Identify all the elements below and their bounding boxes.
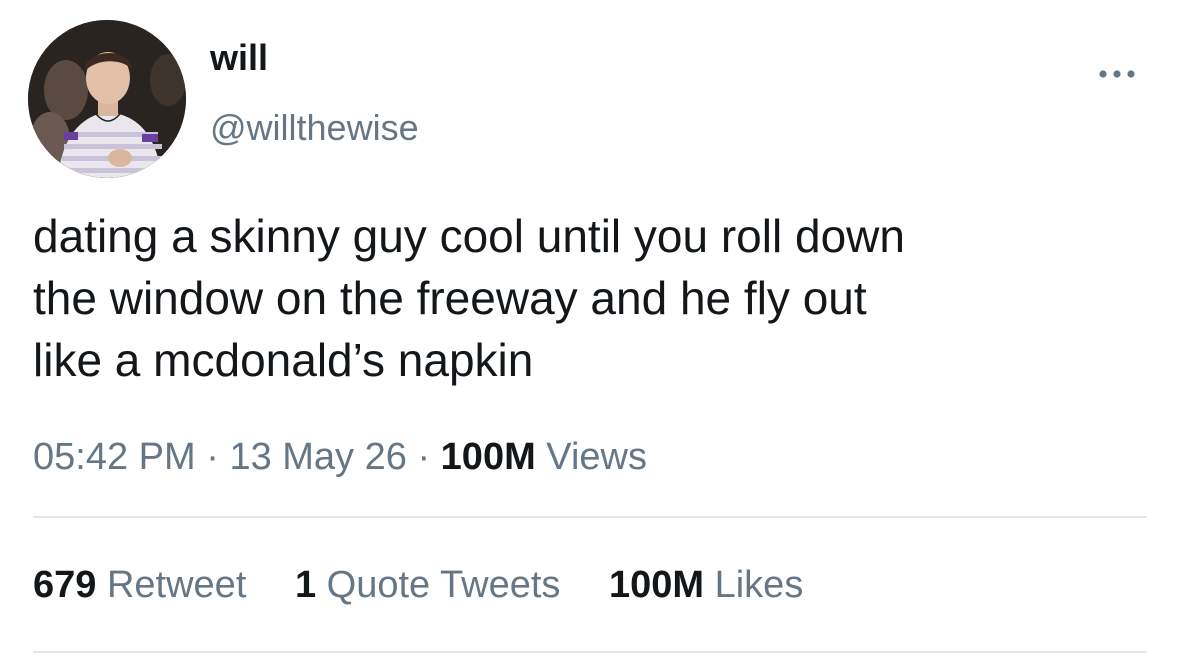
retweets-count: 679 — [33, 564, 97, 606]
more-horizontal-icon — [1099, 70, 1135, 78]
views-label: Views — [546, 436, 647, 478]
likes-stat[interactable]: 100M Likes — [609, 562, 803, 608]
divider — [33, 516, 1147, 518]
retweets-stat[interactable]: 679 Retweet — [33, 562, 246, 608]
tweet-text-line: the window on the freeway and he fly out — [33, 272, 867, 324]
meta-separator: · — [417, 436, 431, 478]
quote-tweets-stat[interactable]: 1 Quote Tweets — [295, 562, 560, 608]
tweet-time[interactable]: 05:42 PM — [33, 436, 196, 478]
avatar[interactable] — [28, 20, 186, 178]
tweet-text: dating a skinny guy cool until you roll … — [33, 205, 1153, 391]
display-name[interactable]: will — [210, 36, 268, 80]
divider — [33, 651, 1147, 653]
tweet-text-line: like a mcdonald’s napkin — [33, 334, 534, 386]
tweet-card: will @willthewise dating a skinny guy co… — [0, 0, 1179, 666]
tweet-metadata: 05:42 PM · 13 May 26 · 100M Views — [33, 434, 647, 480]
meta-separator: · — [206, 436, 219, 478]
likes-count: 100M — [608, 564, 705, 606]
user-handle[interactable]: @willthewise — [210, 106, 419, 150]
views-count: 100M — [440, 436, 536, 478]
quote-tweets-count: 1 — [294, 564, 317, 606]
likes-label: Likes — [714, 564, 804, 606]
quote-tweets-label: Quote Tweets — [326, 564, 561, 606]
tweet-text-line: dating a skinny guy cool until you roll … — [33, 210, 905, 262]
avatar-image — [28, 20, 186, 178]
more-options-button[interactable] — [1094, 60, 1140, 88]
retweets-label: Retweet — [106, 564, 247, 606]
tweet-date[interactable]: 13 May 26 — [229, 436, 406, 478]
engagement-stats: 679 Retweet 1 Quote Tweets 100M Likes — [33, 562, 803, 608]
